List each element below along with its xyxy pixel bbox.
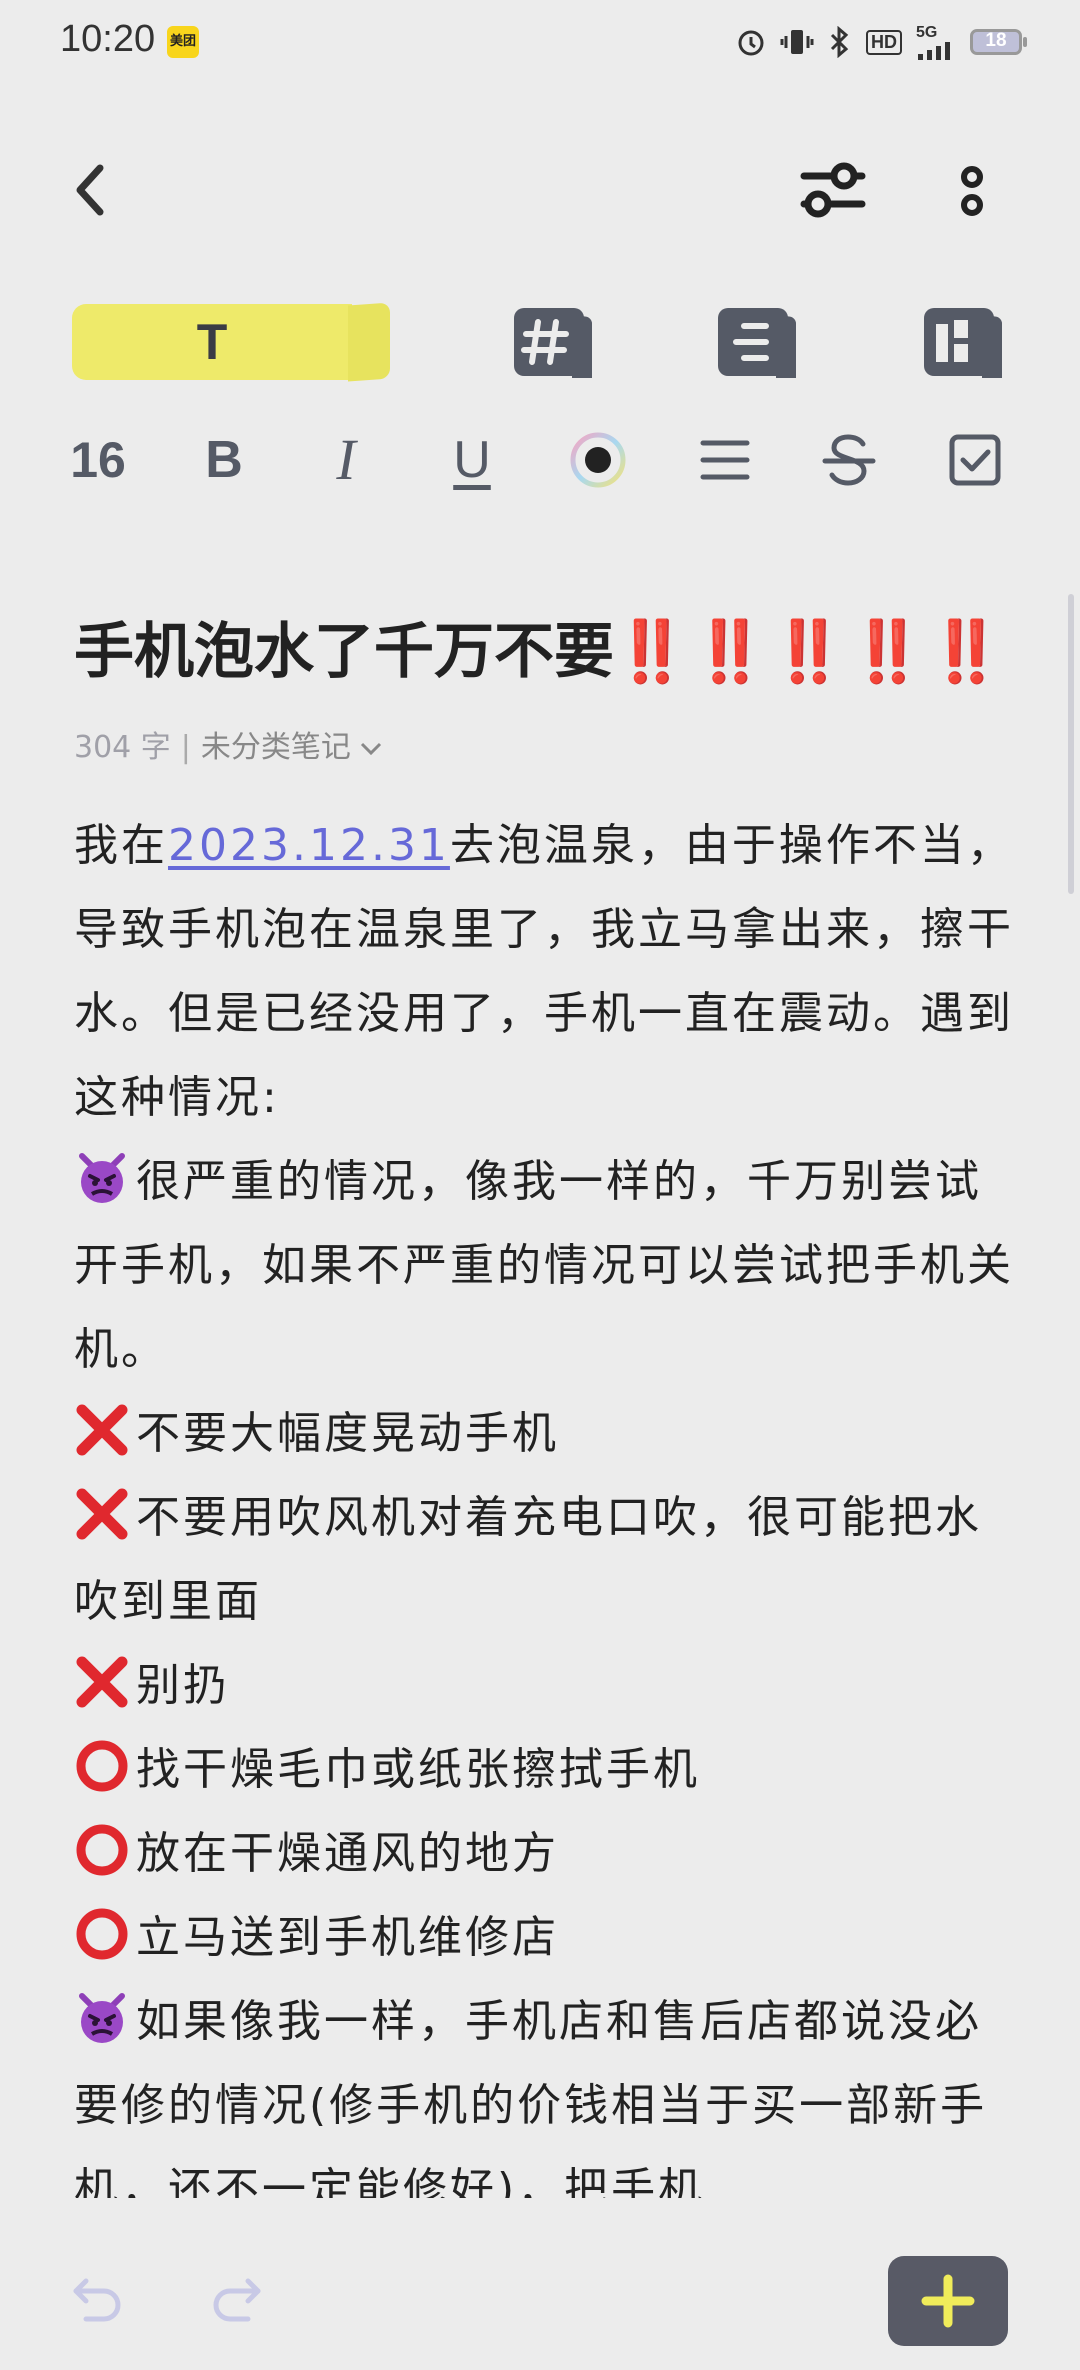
- redo-button[interactable]: [206, 2270, 266, 2330]
- font-size-button[interactable]: 16: [58, 428, 138, 492]
- undo-button[interactable]: [68, 2270, 128, 2330]
- list-item-repair: 立马送到手机维修店: [74, 1896, 1014, 1980]
- network-type: 5G: [916, 24, 938, 41]
- undo-icon: [73, 2278, 121, 2322]
- list-item-dont-shake: 不要大幅度晃动手机: [74, 1392, 1014, 1476]
- battery-level: 18: [985, 30, 1007, 51]
- strikethrough-button[interactable]: [814, 428, 884, 492]
- battery-icon: 18: [970, 29, 1027, 55]
- angry-devil-icon: [79, 1153, 125, 1203]
- word-count: 304 字: [74, 730, 171, 765]
- angry-devil-icon: [79, 1993, 125, 2043]
- sliders-icon: [800, 162, 866, 218]
- app-badge-icon: 美团: [167, 26, 199, 58]
- circle-mark-icon: [76, 1908, 128, 1960]
- tab-layout[interactable]: [712, 300, 802, 380]
- strikethrough-icon: [822, 434, 876, 486]
- note-title[interactable]: 手机泡水了千万不要‼️‼️‼️‼️‼️: [74, 612, 1034, 692]
- back-arrow-icon: [76, 164, 104, 216]
- paragraph-conclusion: 如果像我一样，手机店和售后店都说没必要修的情况(修手机的价钱相当于买一部新手机，…: [74, 1980, 1014, 2198]
- tab-text-format[interactable]: T: [72, 302, 392, 382]
- note-body-editor[interactable]: 我在2023.12.31去泡温泉，由于操作不当，导致手机泡在温泉里了，我立马拿出…: [74, 804, 1014, 2198]
- checkbox-icon: [949, 434, 1001, 486]
- align-justify-icon: [700, 440, 750, 480]
- cross-mark-icon: [76, 1656, 128, 1708]
- signal-icon: 5G: [916, 24, 956, 60]
- title-exclamation-marks: ‼️‼️‼️‼️‼️: [614, 617, 1008, 687]
- list-item-dont-throw: 别扔: [74, 1644, 1014, 1728]
- text-color-button[interactable]: [566, 428, 630, 492]
- back-button[interactable]: [60, 160, 120, 220]
- text-format-icon: T: [196, 314, 228, 370]
- circle-mark-icon: [76, 1824, 128, 1876]
- plus-icon: [921, 2274, 975, 2328]
- tab-hashtag[interactable]: [508, 300, 598, 380]
- color-picker-icon: [570, 432, 626, 488]
- category-selector[interactable]: 未分类笔记: [201, 730, 351, 765]
- checklist-button[interactable]: [940, 428, 1010, 492]
- status-bar: 10:20 美团 HD 5G 18: [0, 0, 1080, 82]
- list-item-ventilate: 放在干燥通风的地方: [74, 1812, 1014, 1896]
- status-icons: HD 5G 18: [736, 22, 1027, 62]
- hashtag-icon: [514, 308, 592, 378]
- template-grid-icon: [924, 308, 1002, 378]
- more-options-button[interactable]: [950, 156, 994, 226]
- paragraph-intro: 我在2023.12.31去泡温泉，由于操作不当，导致手机泡在温泉里了，我立马拿出…: [74, 820, 1014, 1123]
- list-item-dont-blow-dry: 不要用吹风机对着充电口吹，很可能把水吹到里面: [74, 1476, 1014, 1644]
- align-button[interactable]: [690, 428, 760, 492]
- cross-mark-icon: [76, 1404, 128, 1456]
- more-vertical-icon: [961, 166, 983, 216]
- text-lines-icon: [718, 308, 796, 378]
- chevron-down-icon[interactable]: [359, 741, 383, 757]
- list-item-wipe: 找干燥毛巾或纸张擦拭手机: [74, 1728, 1014, 1812]
- meta-separator: |: [180, 730, 191, 765]
- redo-icon: [213, 2278, 261, 2322]
- hd-icon: HD: [866, 29, 902, 55]
- note-title-text: 手机泡水了千万不要: [74, 617, 614, 687]
- paragraph-severe: 很严重的情况，像我一样的，千万别尝试开手机，如果不严重的情况可以尝试把手机关机。: [74, 1140, 1014, 1392]
- underline-button[interactable]: U: [432, 428, 512, 492]
- alarm-icon: [738, 30, 764, 56]
- bluetooth-icon: [830, 26, 849, 58]
- add-button[interactable]: [888, 2256, 1008, 2346]
- note-meta: 304 字 | 未分类笔记: [74, 726, 383, 770]
- bold-button[interactable]: B: [184, 428, 264, 492]
- status-time: 10:20: [60, 18, 156, 60]
- filter-settings-button[interactable]: [796, 156, 870, 226]
- italic-button[interactable]: I: [306, 428, 386, 492]
- tab-highlight-edge: [348, 302, 390, 382]
- date-link[interactable]: 2023.12.31: [168, 820, 450, 871]
- cross-mark-icon: [76, 1488, 128, 1540]
- vibrate-icon: [780, 30, 814, 54]
- scrollbar[interactable]: [1068, 594, 1074, 894]
- tab-template[interactable]: [918, 300, 1008, 380]
- circle-mark-icon: [76, 1740, 128, 1792]
